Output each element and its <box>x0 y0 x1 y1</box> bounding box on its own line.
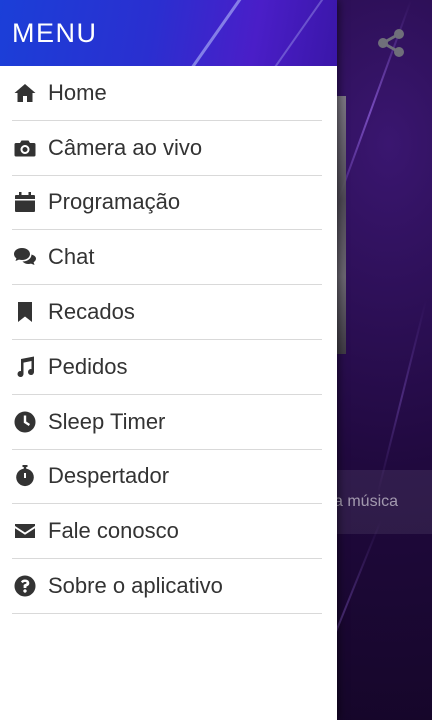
menu-item-label: Fale conosco <box>48 518 179 544</box>
question-circle-icon <box>12 573 38 599</box>
menu-item-label: Sobre o aplicativo <box>48 573 223 599</box>
home-icon <box>12 80 38 106</box>
menu-item-contact[interactable]: Fale conosco <box>12 504 322 560</box>
calendar-icon <box>12 189 38 215</box>
envelope-icon <box>12 518 38 544</box>
bookmark-icon <box>12 299 38 325</box>
menu-item-label: Câmera ao vivo <box>48 134 203 160</box>
share-button[interactable] <box>372 24 410 62</box>
camera-icon <box>12 135 38 161</box>
drawer-header: MENU <box>0 0 337 66</box>
menu-item-label: Despertador <box>48 463 170 489</box>
menu-item-home[interactable]: Home <box>12 66 322 121</box>
music-icon <box>12 354 38 380</box>
menu-item-label: Chat <box>48 244 95 270</box>
menu-item-label: Recados <box>48 299 135 325</box>
stopwatch-icon <box>12 463 38 489</box>
menu-item-schedule[interactable]: Programação <box>12 176 322 231</box>
menu-item-label: Pedidos <box>48 353 128 379</box>
menu-item-chat[interactable]: Chat <box>12 230 322 286</box>
background-streak <box>376 300 427 495</box>
menu-item-sleep-timer[interactable]: Sleep Timer <box>12 395 322 450</box>
header-highlight <box>175 0 248 66</box>
menu-item-alarm[interactable]: Despertador <box>12 450 322 505</box>
clock-icon <box>12 409 38 435</box>
menu-item-label: Home <box>48 79 107 105</box>
menu-item-camera[interactable]: Câmera ao vivo <box>12 121 322 176</box>
menu-item-requests[interactable]: Pedidos <box>12 340 322 395</box>
drawer-title: MENU <box>12 17 98 48</box>
menu-item-about[interactable]: Sobre o aplicativo <box>12 559 322 614</box>
menu-item-messages[interactable]: Recados <box>12 285 322 340</box>
menu-item-label: Programação <box>48 189 181 215</box>
song-title: a música <box>334 493 399 510</box>
header-highlight <box>265 0 337 66</box>
comments-icon <box>12 244 38 270</box>
menu-item-label: Sleep Timer <box>48 408 166 434</box>
navigation-drawer: MENU Home Câmera ao vivo Programação Cha… <box>0 0 337 720</box>
share-icon <box>378 29 404 57</box>
menu-list: Home Câmera ao vivo Programação Chat Rec… <box>0 66 337 614</box>
